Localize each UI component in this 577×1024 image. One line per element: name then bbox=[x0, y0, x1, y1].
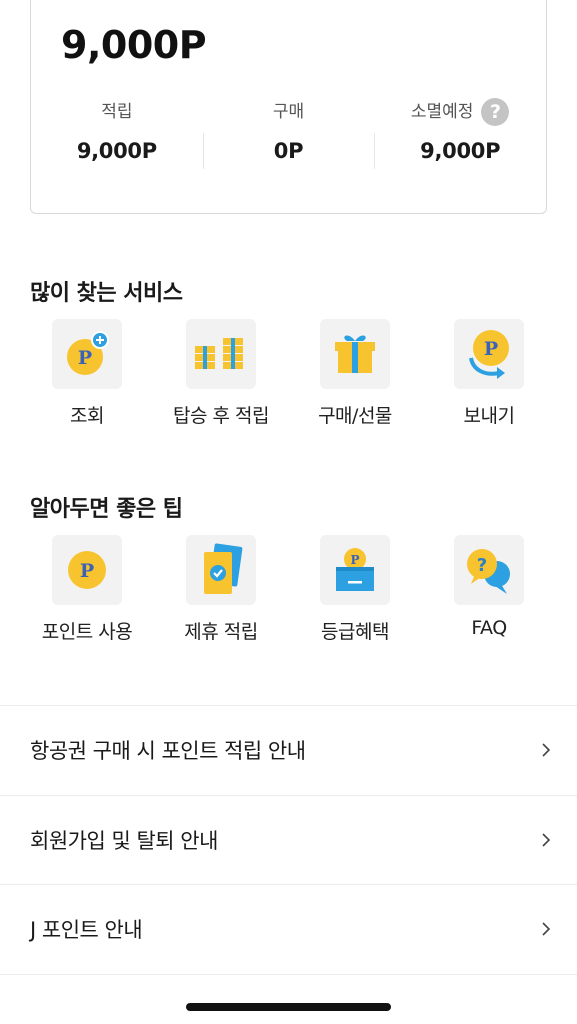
info-row-membership[interactable]: 회원가입 및 탈퇴 안내 bbox=[0, 796, 577, 885]
service-purchase-gift-tile[interactable] bbox=[320, 319, 390, 389]
tip-faq-tile[interactable]: ? bbox=[454, 535, 524, 605]
service-purchase-gift[interactable]: 구매/선물 bbox=[288, 319, 422, 428]
stat-expiring-label: 소멸예정 ? bbox=[374, 95, 546, 129]
service-purchase-gift-label: 구매/선물 bbox=[318, 405, 392, 427]
stat-earned-label: 적립 bbox=[101, 102, 133, 122]
info-row-label: J 포인트 안내 bbox=[30, 918, 143, 943]
service-lookup-tile[interactable]: P bbox=[52, 319, 122, 389]
faq-bubble-icon: ? bbox=[467, 549, 510, 594]
tip-partner-earn-tile[interactable] bbox=[186, 535, 256, 605]
services-section-title: 많이 찾는 서비스 bbox=[30, 281, 183, 306]
tip-point-usage[interactable]: P 포인트 사용 bbox=[20, 535, 154, 644]
tips-grid: P 포인트 사용 제휴 적립 P 등급혜택 ? FAQ bbox=[20, 535, 556, 644]
info-row-j-point[interactable]: J 포인트 안내 bbox=[0, 885, 577, 975]
services-grid: P 조회 탑승 후 적립 구매/선물 P 보내기 bbox=[20, 319, 556, 428]
service-lookup[interactable]: P 조회 bbox=[20, 319, 154, 428]
chevron-right-icon bbox=[542, 743, 551, 757]
info-row-label: 항공권 구매 시 포인트 적립 안내 bbox=[30, 739, 306, 764]
partner-card-icon bbox=[204, 543, 243, 594]
service-send[interactable]: P 보내기 bbox=[422, 319, 556, 428]
info-list: 항공권 구매 시 포인트 적립 안내 회원가입 및 탈퇴 안내 J 포인트 안내 bbox=[0, 705, 577, 975]
points-stats: 적립 9,000P 구매 0P 소멸예정 ? 9,000P bbox=[31, 95, 546, 175]
svg-text:P: P bbox=[350, 553, 359, 567]
svg-text:P: P bbox=[78, 347, 92, 369]
tip-point-usage-tile[interactable]: P bbox=[52, 535, 122, 605]
tip-tier-benefits[interactable]: P 등급혜택 bbox=[288, 535, 422, 644]
tip-partner-earn-label: 제휴 적립 bbox=[184, 621, 258, 643]
tip-tier-benefits-label: 등급혜택 bbox=[321, 621, 389, 643]
stat-purchased: 구매 0P bbox=[202, 95, 375, 175]
home-indicator[interactable] bbox=[186, 1003, 391, 1011]
coin-stacks-icon bbox=[195, 338, 243, 369]
tip-partner-earn[interactable]: 제휴 적립 bbox=[154, 535, 288, 644]
service-lookup-label: 조회 bbox=[70, 405, 104, 427]
stat-earned: 적립 9,000P bbox=[31, 95, 203, 175]
gift-box-icon bbox=[335, 335, 375, 373]
points-total: 9,000P bbox=[61, 23, 207, 67]
stat-purchased-label: 구매 bbox=[272, 102, 305, 122]
stat-purchased-value: 0P bbox=[273, 139, 304, 163]
send-point-icon: P bbox=[469, 330, 509, 379]
points-summary-card: 9,000P 적립 9,000P 구매 0P 소멸예정 ? 9,000P bbox=[30, 0, 547, 214]
service-earn-after-flight[interactable]: 탑승 후 적립 bbox=[154, 319, 288, 428]
stat-earned-value: 9,000P bbox=[76, 139, 157, 163]
point-coin-plus-icon: P bbox=[67, 331, 109, 375]
svg-text:P: P bbox=[484, 338, 498, 360]
service-send-label: 보내기 bbox=[463, 405, 515, 427]
svg-text:P: P bbox=[80, 560, 94, 582]
tip-faq[interactable]: ? FAQ bbox=[422, 535, 556, 644]
service-earn-after-flight-tile[interactable] bbox=[186, 319, 256, 389]
info-row-ticket-earn[interactable]: 항공권 구매 시 포인트 적립 안내 bbox=[0, 706, 577, 796]
tips-section-title: 알아두면 좋은 팁 bbox=[30, 497, 183, 522]
tip-faq-label: FAQ bbox=[471, 617, 507, 639]
stat-expiring-value: 9,000P bbox=[420, 139, 501, 163]
info-row-label: 회원가입 및 탈퇴 안내 bbox=[30, 828, 218, 853]
tip-point-usage-label: 포인트 사용 bbox=[41, 621, 133, 643]
chevron-right-icon bbox=[542, 833, 551, 847]
coin-wallet-icon: P bbox=[336, 548, 374, 591]
stat-expiring: 소멸예정 ? 9,000P bbox=[374, 95, 546, 175]
point-coin-icon: P bbox=[68, 551, 106, 589]
help-icon[interactable]: ? bbox=[481, 98, 510, 126]
chevron-right-icon bbox=[542, 922, 551, 936]
service-send-tile[interactable]: P bbox=[454, 319, 524, 389]
service-earn-after-flight-label: 탑승 후 적립 bbox=[173, 405, 269, 427]
tip-tier-benefits-tile[interactable]: P bbox=[320, 535, 390, 605]
svg-text:?: ? bbox=[477, 555, 487, 576]
